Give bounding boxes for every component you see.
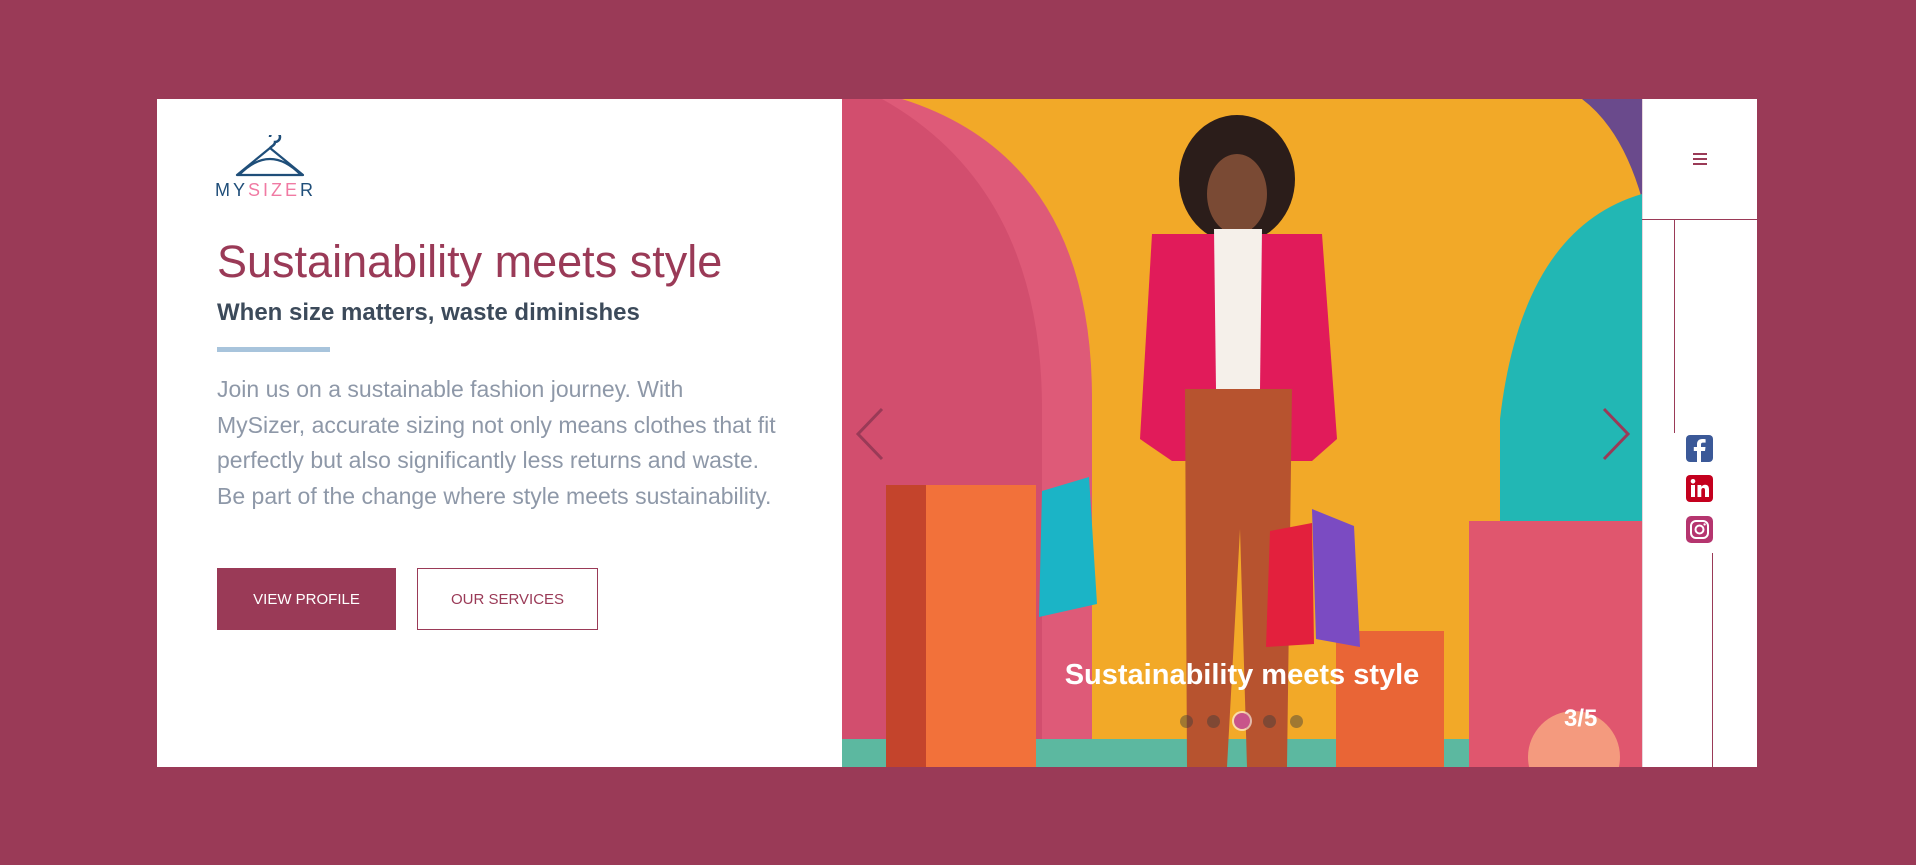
- instagram-icon: [1686, 516, 1713, 543]
- slide-caption: Sustainability meets style: [1064, 659, 1420, 691]
- view-profile-button[interactable]: VIEW PROFILE: [217, 568, 396, 630]
- hero-title: Sustainability meets style: [217, 236, 723, 287]
- slider-next-button[interactable]: [1594, 399, 1634, 469]
- linkedin-icon: [1686, 475, 1713, 502]
- our-services-button[interactable]: OUR SERVICES: [417, 568, 598, 630]
- side-rail: [1642, 99, 1757, 767]
- menu-button[interactable]: [1686, 148, 1714, 172]
- chevron-right-icon: [1602, 407, 1631, 461]
- rail-separator: [1642, 99, 1643, 767]
- hero-subtitle: When size matters, waste diminishes: [217, 299, 640, 326]
- slider-dot-2[interactable]: [1207, 715, 1220, 728]
- slider-dot-1[interactable]: [1180, 715, 1193, 728]
- instagram-link[interactable]: [1686, 516, 1713, 543]
- chevron-left-icon: [855, 407, 884, 461]
- logo-wordmark: MYSIZER: [215, 180, 317, 200]
- title-divider: [217, 347, 330, 352]
- slider-dot-4[interactable]: [1263, 715, 1276, 728]
- hero-text-panel: MYSIZER Sustainability meets style When …: [157, 99, 842, 767]
- slider-prev-button[interactable]: [852, 399, 892, 469]
- facebook-link[interactable]: [1686, 435, 1713, 462]
- slider-dot-5[interactable]: [1290, 715, 1303, 728]
- rail-line-bottom: [1712, 553, 1713, 767]
- hamburger-icon-line: [1693, 158, 1707, 160]
- brand-logo[interactable]: MYSIZER: [215, 135, 325, 201]
- hamburger-icon-line: [1693, 163, 1707, 165]
- hanger-icon: [235, 135, 305, 177]
- hamburger-icon-line: [1693, 153, 1707, 155]
- hero-description: Join us on a sustainable fashion journey…: [217, 376, 776, 509]
- hero-card: MYSIZER Sustainability meets style When …: [157, 99, 1757, 767]
- linkedin-link[interactable]: [1686, 475, 1713, 502]
- slide-counter: 3/5: [1564, 705, 1598, 732]
- facebook-icon: [1686, 435, 1713, 462]
- image-slider[interactable]: Sustainability meets style 3/5: [842, 99, 1642, 767]
- slider-dot-3[interactable]: [1234, 713, 1250, 729]
- rail-divider: [1642, 219, 1757, 220]
- rail-line-top: [1674, 220, 1675, 433]
